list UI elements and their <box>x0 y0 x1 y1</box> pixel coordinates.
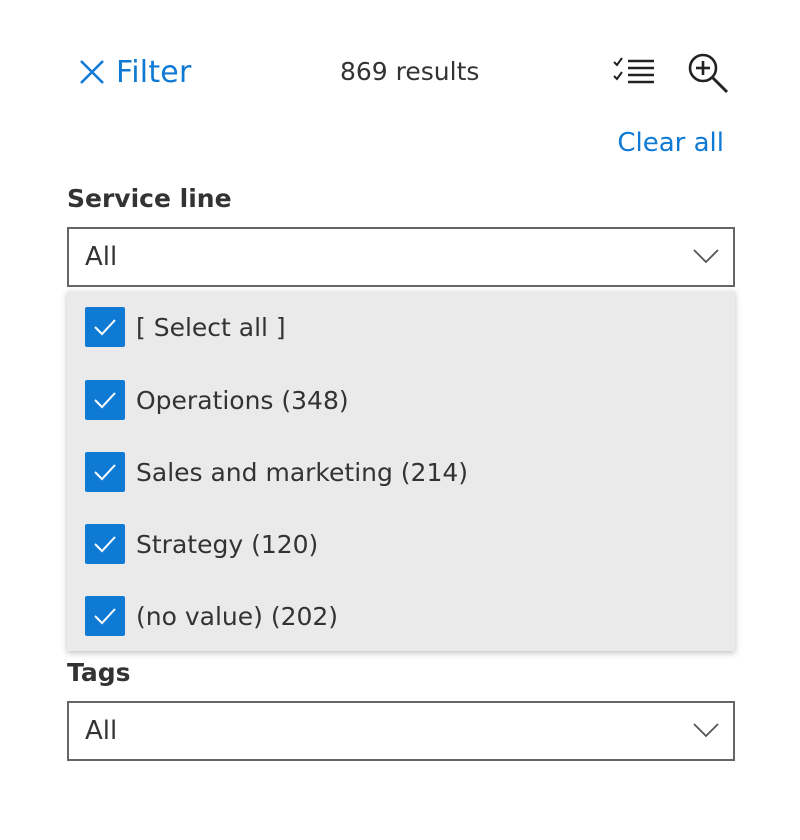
option-label: [ Select all ] <box>136 312 286 342</box>
service-line-selected-value: All <box>85 242 118 272</box>
close-filter-button[interactable]: Filter <box>78 52 192 92</box>
checkbox-checked[interactable] <box>85 596 125 636</box>
tags-selected-value: All <box>85 716 118 746</box>
filter-title: Filter <box>116 54 192 90</box>
option-label: Sales and marketing (214) <box>136 457 469 487</box>
chevron-down-icon <box>693 248 719 267</box>
checkbox-checked[interactable] <box>85 307 125 347</box>
zoom-in-button[interactable] <box>686 52 730 94</box>
clear-all-link[interactable]: Clear all <box>617 128 724 158</box>
option-operations[interactable]: Operations (348) <box>85 379 349 421</box>
checkbox-checked[interactable] <box>85 452 125 492</box>
checklist-button[interactable] <box>612 55 656 89</box>
option-label: Strategy (120) <box>136 529 319 559</box>
service-line-dropdown[interactable]: All <box>67 227 735 287</box>
service-line-label: Service line <box>67 184 232 213</box>
results-count: 869 results <box>340 57 480 86</box>
tags-label: Tags <box>67 658 131 687</box>
option-select-all[interactable]: [ Select all ] <box>85 306 286 348</box>
option-label: Operations (348) <box>136 385 349 415</box>
service-line-options-panel: [ Select all ] Operations (348) Sales an… <box>67 291 735 651</box>
checkbox-checked[interactable] <box>85 380 125 420</box>
checklist-icon <box>612 55 656 89</box>
option-sales-and-marketing[interactable]: Sales and marketing (214) <box>85 451 468 493</box>
checkbox-checked[interactable] <box>85 524 125 564</box>
zoom-in-icon <box>686 52 730 94</box>
option-no-value[interactable]: (no value) (202) <box>85 595 338 637</box>
chevron-down-icon <box>693 722 719 741</box>
tags-dropdown[interactable]: All <box>67 701 735 761</box>
close-icon <box>78 58 106 86</box>
option-strategy[interactable]: Strategy (120) <box>85 523 318 565</box>
option-label: (no value) (202) <box>136 601 339 631</box>
